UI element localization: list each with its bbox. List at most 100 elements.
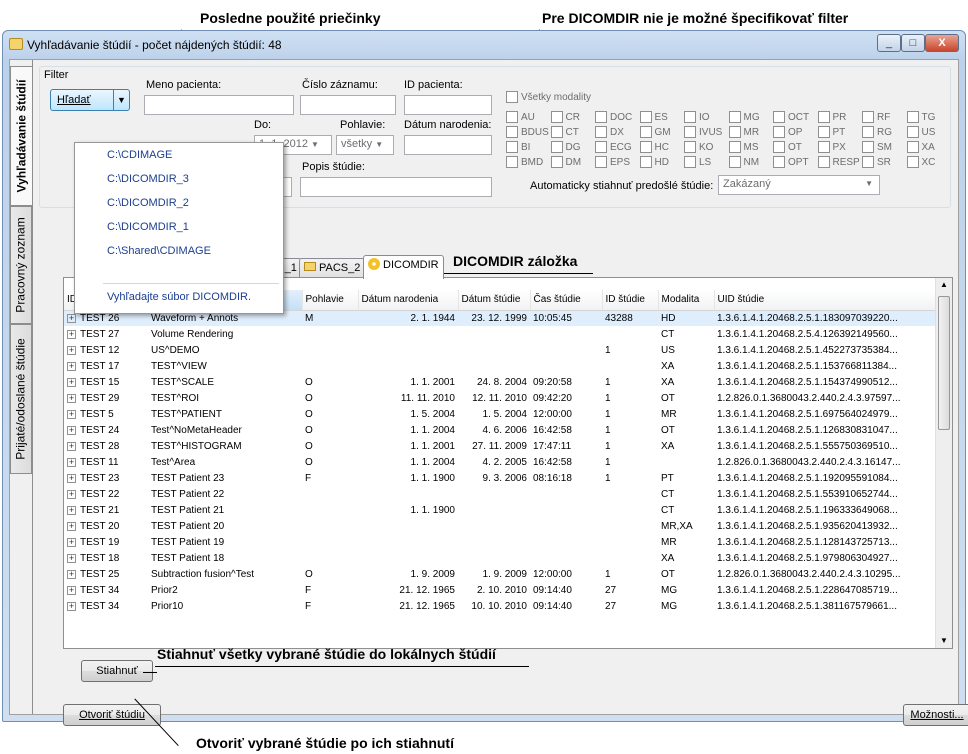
expand-icon[interactable]: + [67, 313, 76, 323]
modality-checkbox[interactable]: OPT [773, 156, 809, 168]
expand-icon[interactable]: + [67, 345, 76, 355]
vtab-worklist[interactable]: Pracovný zoznam [10, 206, 32, 324]
table-row[interactable]: + TEST 34 Prior10 F 21. 12. 1965 10. 10. 2010… [64, 598, 937, 614]
modality-checkbox[interactable]: CT [550, 126, 579, 138]
modality-checkbox[interactable]: AU [506, 111, 535, 123]
modality-checkbox[interactable]: LS [684, 156, 711, 168]
table-row[interactable]: + TEST 28 TEST^HISTOGRAM O 1. 1. 2001 27. 11.… [64, 438, 937, 454]
column-header[interactable]: ID štúdie [602, 290, 659, 311]
table-row[interactable]: + TEST 25 Subtraction fusion^Test O 1. 9. 20… [64, 566, 937, 582]
modality-checkbox[interactable]: US [906, 126, 935, 138]
modality-checkbox[interactable]: MR [728, 126, 759, 138]
maximize-button[interactable]: □ [901, 34, 925, 52]
modality-checkbox[interactable]: DOC [595, 111, 632, 123]
recent-folder-item[interactable]: C:\DICOMDIR_2 [107, 197, 189, 209]
vtab-received-sent[interactable]: Prijaté/odoslané štúdie [10, 324, 32, 474]
table-row[interactable]: + TEST 17 TEST^VIEW XA 1.3.6.1.4.1.20468.2.5… [64, 358, 937, 374]
expand-icon[interactable]: + [67, 393, 76, 403]
expand-icon[interactable]: + [67, 409, 76, 419]
recent-folder-item[interactable]: C:\Shared\CDIMAGE [107, 245, 211, 257]
expand-icon[interactable]: + [67, 569, 76, 579]
expand-icon[interactable]: + [67, 457, 76, 467]
recent-folder-item[interactable]: C:\DICOMDIR_3 [107, 173, 189, 185]
patient-id-input[interactable] [404, 95, 492, 115]
download-button[interactable]: Stiahnuť [81, 660, 153, 682]
modality-checkbox[interactable]: HD [639, 156, 669, 168]
modality-checkbox[interactable]: SM [862, 141, 892, 153]
table-row[interactable]: + TEST 21 TEST Patient 21 1. 1. 1900 CT 1.3.6… [64, 502, 937, 518]
modality-checkbox[interactable]: RESP [817, 156, 860, 168]
column-header[interactable]: Modalita [658, 290, 715, 311]
modality-checkbox[interactable]: XA [906, 141, 935, 153]
all-modalities-checkbox[interactable]: Všetky modality [506, 91, 591, 103]
expand-icon[interactable]: + [67, 537, 76, 547]
auto-download-select[interactable]: Zakázaný ▼ [718, 175, 880, 195]
table-row[interactable]: + TEST 34 Prior2 F 21. 12. 1965 2. 10. 2010 09… [64, 582, 937, 598]
expand-icon[interactable]: + [67, 329, 76, 339]
record-number-input[interactable] [300, 95, 396, 115]
modality-checkbox[interactable]: ECG [595, 141, 632, 153]
modality-checkbox[interactable]: CR [550, 111, 580, 123]
modality-checkbox[interactable]: TG [906, 111, 935, 123]
modality-checkbox[interactable]: BMD [506, 156, 543, 168]
table-row[interactable]: + TEST 23 TEST Patient 23 F 1. 1. 1900 9. 3. … [64, 470, 937, 486]
table-row[interactable]: + TEST 24 Test^NoMetaHeader O 1. 1. 2004 4. 6… [64, 422, 937, 438]
recent-folder-item[interactable]: C:\CDIMAGE [107, 149, 172, 161]
expand-icon[interactable]: + [67, 473, 76, 483]
modality-checkbox[interactable]: HC [639, 141, 669, 153]
tab-pacs-2[interactable]: PACS_2 [299, 258, 366, 278]
modality-checkbox[interactable]: EPS [595, 156, 630, 168]
expand-icon[interactable]: + [67, 489, 76, 499]
modality-checkbox[interactable]: IVUS [684, 126, 722, 138]
patient-name-input[interactable] [144, 95, 294, 115]
expand-icon[interactable]: + [67, 505, 76, 515]
tab-dicomdir[interactable]: DICOMDIR [363, 255, 444, 279]
modality-checkbox[interactable]: RG [862, 126, 892, 138]
modality-checkbox[interactable]: MS [728, 141, 759, 153]
column-header[interactable]: Dátum narodenia [358, 290, 459, 311]
table-row[interactable]: + TEST 27 Volume Rendering CT 1.3.6.1.4.1.20… [64, 326, 937, 342]
options-button[interactable]: Možnosti... [903, 704, 968, 726]
modality-checkbox[interactable]: PX [817, 141, 846, 153]
table-row[interactable]: + TEST 29 TEST^ROI O 11. 11. 2010 12. 11. 201… [64, 390, 937, 406]
expand-icon[interactable]: + [67, 441, 76, 451]
table-row[interactable]: + TEST 11 Test^Area O 1. 1. 2004 4. 2. 2005 16… [64, 454, 937, 470]
table-row[interactable]: + TEST 12 US^DEMO 1 US 1.3.6.1.4.1.20468.2.5.… [64, 342, 937, 358]
modality-checkbox[interactable]: DX [595, 126, 624, 138]
expand-icon[interactable]: + [67, 361, 76, 371]
modality-checkbox[interactable]: BDUS [506, 126, 549, 138]
modality-checkbox[interactable]: KO [684, 141, 713, 153]
expand-icon[interactable]: + [67, 553, 76, 563]
expand-icon[interactable]: + [67, 521, 76, 531]
modality-checkbox[interactable]: DM [550, 156, 581, 168]
close-button[interactable]: X [925, 34, 959, 52]
table-row[interactable]: + TEST 19 TEST Patient 19 MR 1.3.6.1.4.1.204… [64, 534, 937, 550]
modality-checkbox[interactable]: RF [862, 111, 890, 123]
modality-checkbox[interactable]: OT [773, 141, 802, 153]
birth-date-input[interactable] [404, 135, 492, 155]
scroll-up-icon[interactable]: ▲ [936, 278, 952, 292]
column-header[interactable]: Pohlavie [302, 290, 359, 311]
table-row[interactable]: + TEST 15 TEST^SCALE O 1. 1. 2001 24. 8. 2004… [64, 374, 937, 390]
scroll-down-icon[interactable]: ▼ [936, 634, 952, 648]
expand-icon[interactable]: + [67, 425, 76, 435]
studies-grid[interactable]: ID pacientaMeno pacientaPohlavieDátum na… [63, 277, 953, 649]
open-study-button[interactable]: Otvoriť štúdiu [63, 704, 161, 726]
modality-checkbox[interactable]: XC [906, 156, 935, 168]
vtab-search-studies[interactable]: Vyhľadávanie štúdií [10, 66, 32, 206]
column-header[interactable]: UID štúdie [714, 290, 938, 311]
column-header[interactable]: Dátum štúdie [458, 290, 531, 311]
modality-checkbox[interactable]: BI [506, 141, 530, 153]
modality-checkbox[interactable]: NM [728, 156, 759, 168]
table-row[interactable]: + TEST 22 TEST Patient 22 CT 1.3.6.1.4.1.204… [64, 486, 937, 502]
chevron-down-icon[interactable]: ▼ [113, 90, 129, 110]
scroll-thumb[interactable] [938, 296, 950, 430]
modality-checkbox[interactable]: IO [684, 111, 710, 123]
expand-icon[interactable]: + [67, 585, 76, 595]
table-row[interactable]: + TEST 20 TEST Patient 20 MR,XA 1.3.6.1.4.1.… [64, 518, 937, 534]
recent-folder-item[interactable]: C:\DICOMDIR_1 [107, 221, 189, 233]
table-row[interactable]: + TEST 18 TEST Patient 18 XA 1.3.6.1.4.1.204… [64, 550, 937, 566]
modality-checkbox[interactable]: PR [817, 111, 846, 123]
modality-checkbox[interactable]: SR [862, 156, 891, 168]
modality-checkbox[interactable]: OP [773, 126, 802, 138]
